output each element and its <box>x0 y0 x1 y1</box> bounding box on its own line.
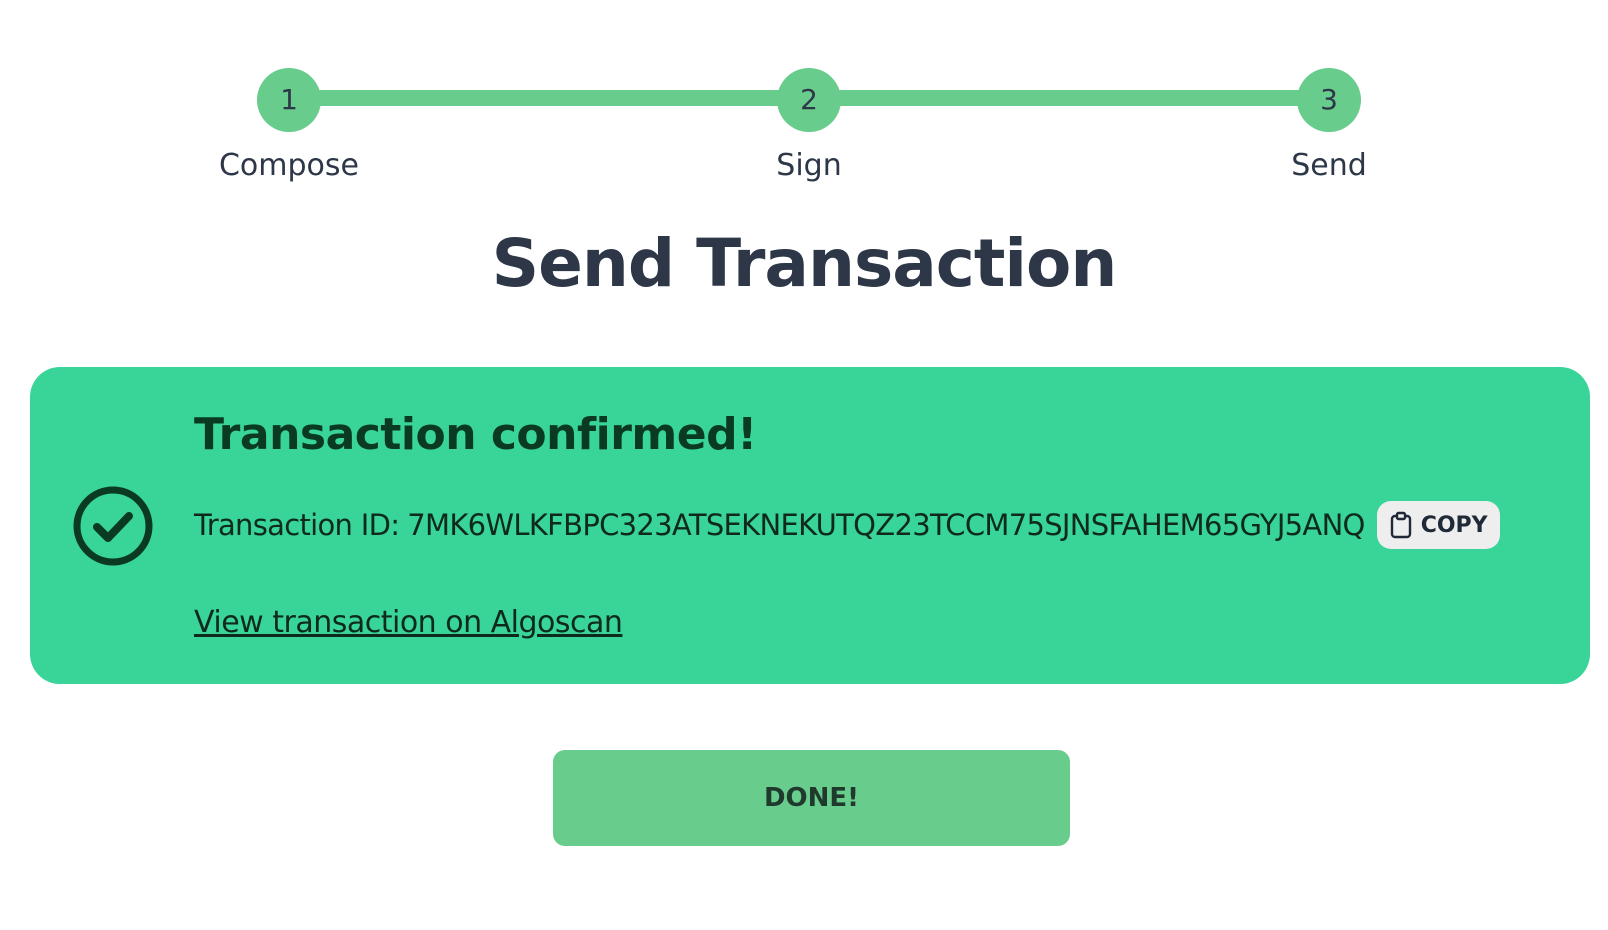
check-circle-icon <box>73 486 153 566</box>
step-number: 1 <box>257 68 321 132</box>
step-label: Compose <box>218 148 359 183</box>
step-connector <box>809 90 1329 106</box>
transaction-id-label: Transaction ID: <box>194 508 400 542</box>
done-button[interactable]: DONE! <box>553 750 1070 846</box>
step-connector <box>289 90 809 106</box>
transaction-id-row: Transaction ID: 7MK6WLKFBPC323ATSEKNEKUT… <box>194 500 1500 550</box>
step-label: Sign <box>776 148 842 183</box>
step-label: Send <box>1291 148 1367 183</box>
transaction-id-value: 7MK6WLKFBPC323ATSEKNEKUTQZ23TCCM75SJNSFA… <box>407 508 1365 542</box>
copy-label: COPY <box>1420 512 1488 538</box>
page-title: Send Transaction <box>491 225 1118 302</box>
copy-button[interactable]: COPY <box>1376 501 1500 549</box>
send-transaction-page: 1 Compose 2 Sign 3 Send Send Transaction… <box>0 0 1608 930</box>
success-alert: Transaction confirmed! Transaction ID: 7… <box>30 367 1590 684</box>
progress-stepper: 1 Compose 2 Sign 3 Send <box>0 0 1608 200</box>
step-number: 3 <box>1297 68 1361 132</box>
step-number: 2 <box>777 68 841 132</box>
clipboard-icon <box>1390 511 1411 539</box>
alert-heading: Transaction confirmed! <box>194 409 757 460</box>
view-on-algoscan-link[interactable]: View transaction on Algoscan <box>194 605 623 640</box>
